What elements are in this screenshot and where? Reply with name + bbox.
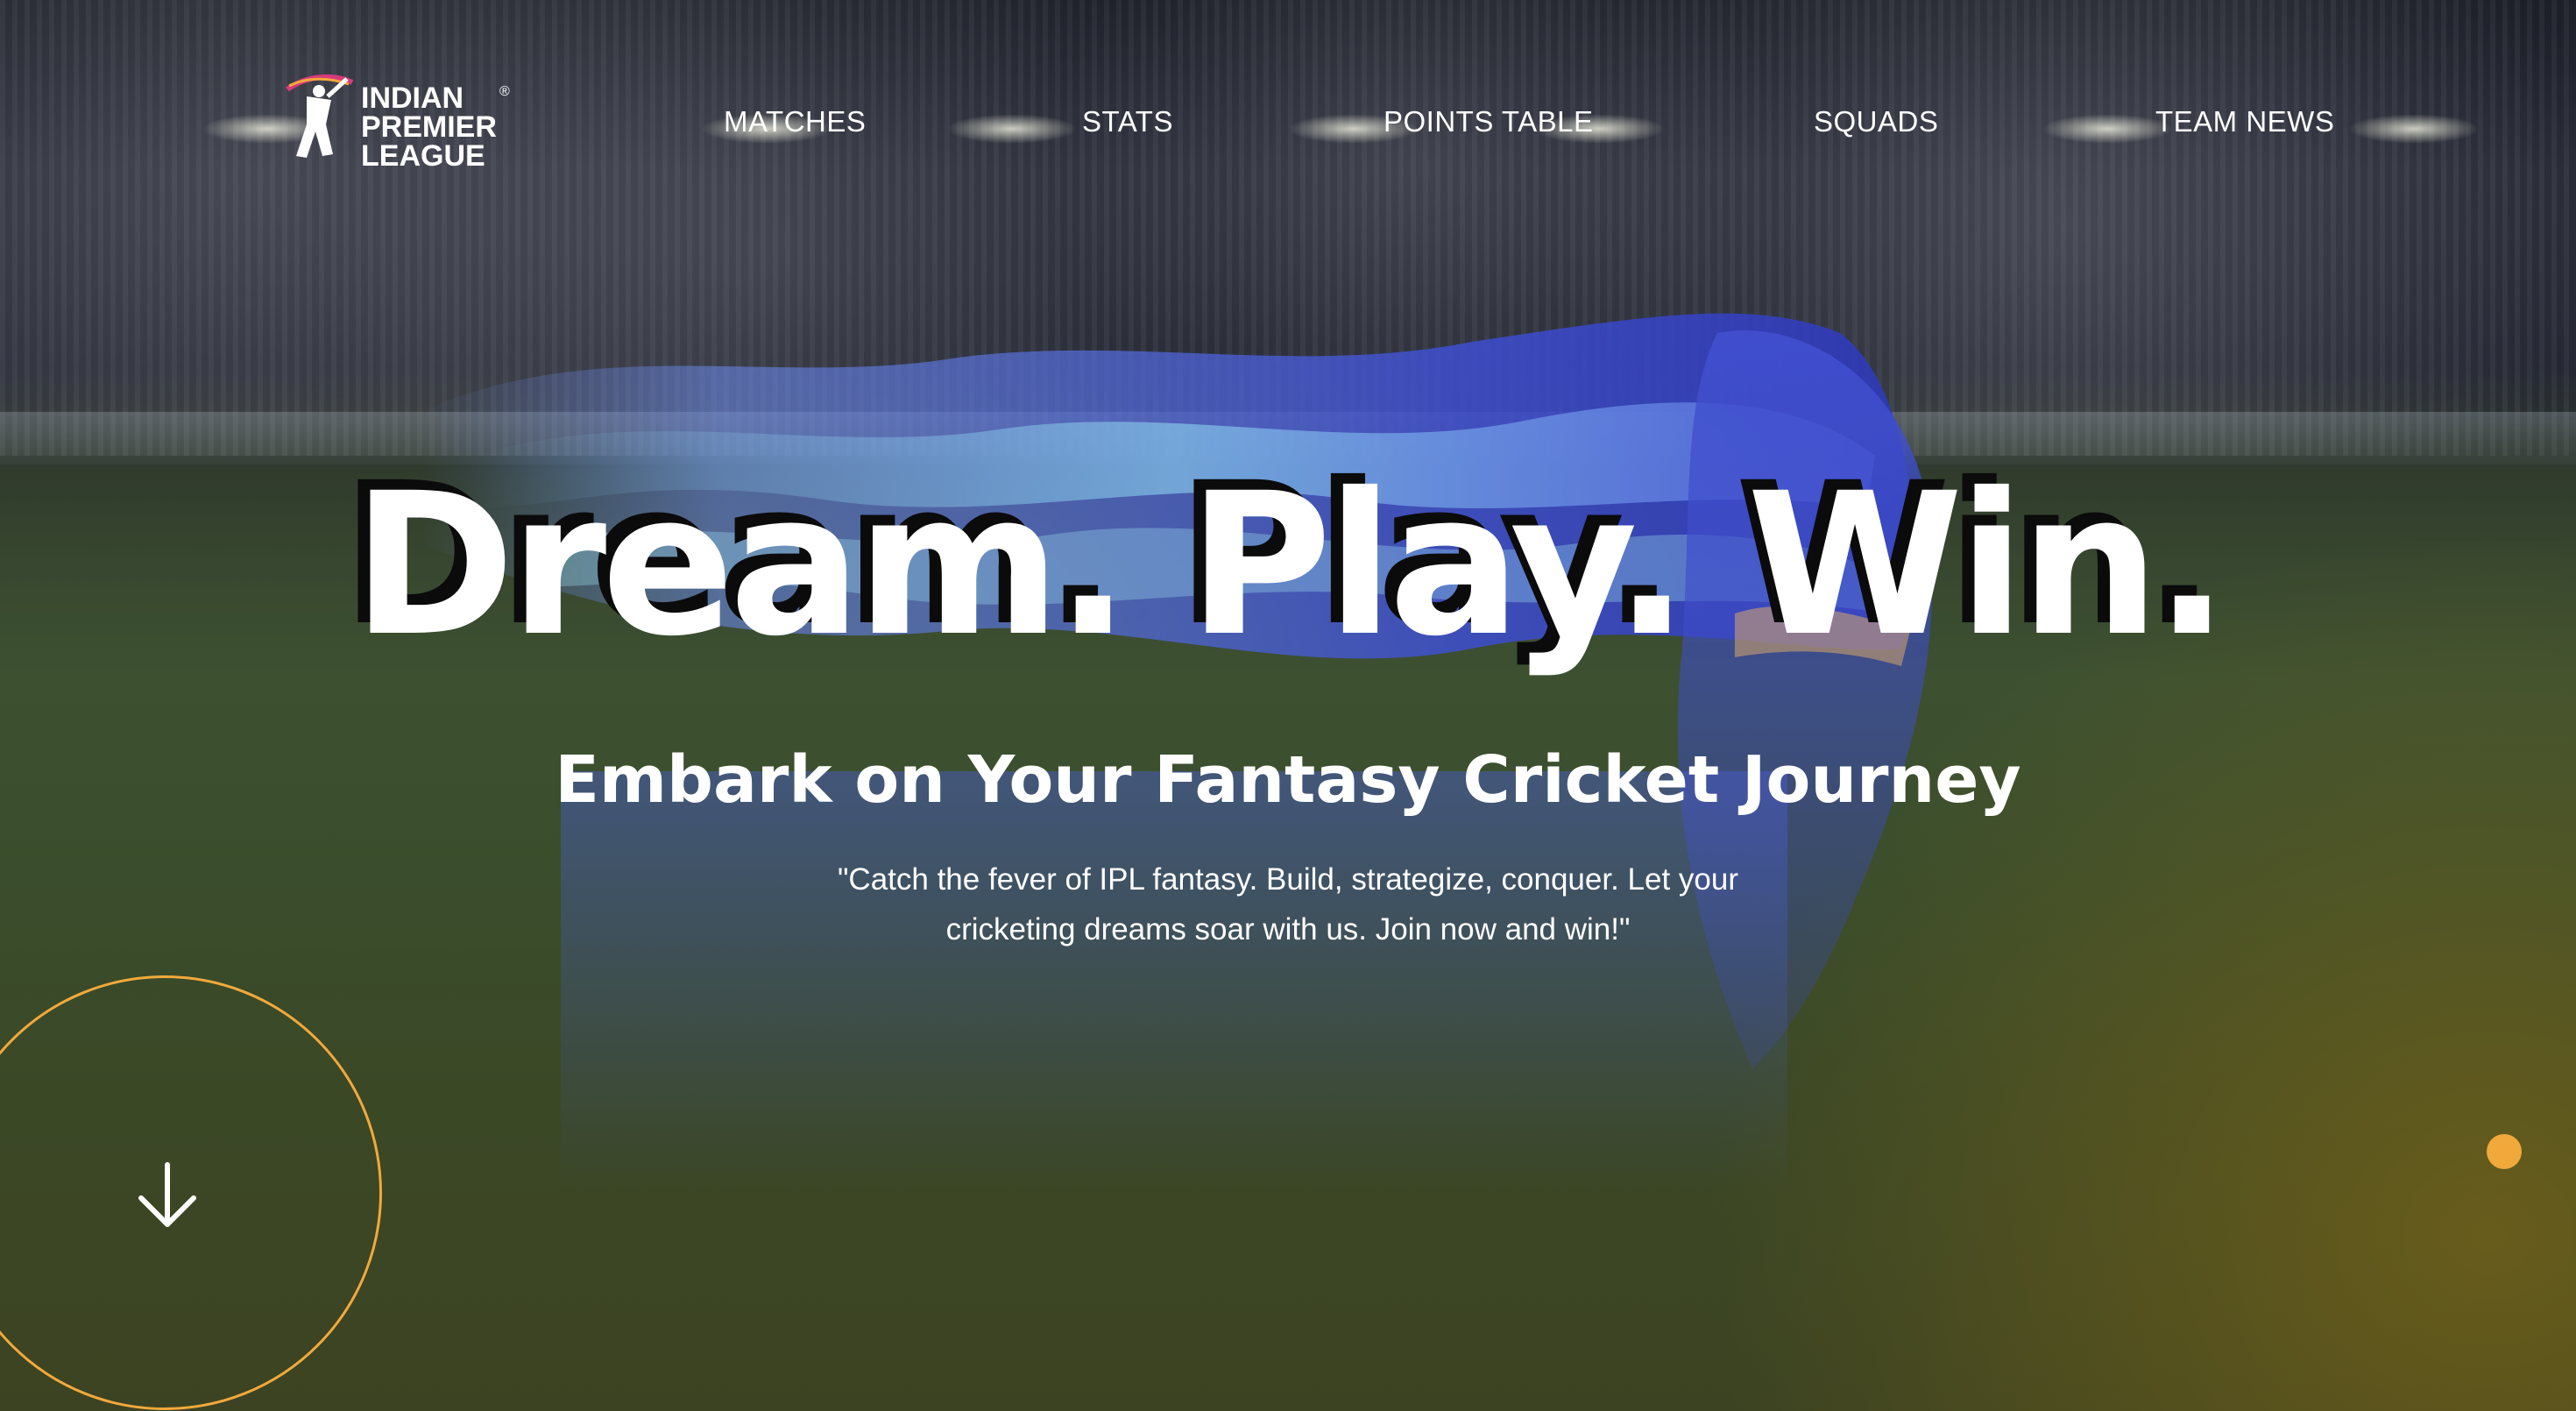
registered-mark: ®	[499, 84, 510, 99]
top-navigation: INDIAN PREMIER LEAGUE ® MATCHES STATS PO…	[0, 53, 2576, 193]
cursor-dot	[2487, 1134, 2522, 1169]
logo-wordmark: INDIAN PREMIER LEAGUE	[361, 82, 497, 173]
hero-section: INDIAN PREMIER LEAGUE ® MATCHES STATS PO…	[0, 0, 2576, 1411]
hero-tagline: "Catch the fever of IPL fantasy. Build, …	[762, 854, 1814, 954]
tagline-line-2: cricketing dreams soar with us. Join now…	[945, 912, 1631, 947]
tagline-line-1: "Catch the fever of IPL fantasy. Build, …	[838, 862, 1738, 897]
nav-team-news[interactable]: TEAM NEWS	[2155, 105, 2334, 138]
nav-points-table[interactable]: POINTS TABLE	[1384, 105, 1594, 138]
logo-line-3: LEAGUE	[361, 139, 485, 173]
logo-line-1: INDIAN	[361, 82, 464, 115]
hero-headline: Dream. Play. Win.	[351, 450, 2229, 679]
hero-subheadline: Embark on Your Fantasy Cricket Journey	[555, 742, 2021, 818]
arrow-down-icon[interactable]	[136, 1161, 199, 1230]
nav-squads[interactable]: SQUADS	[1814, 105, 1938, 138]
batsman-logo-icon	[286, 74, 354, 158]
ipl-logo[interactable]: INDIAN PREMIER LEAGUE ®	[280, 61, 517, 193]
logo-line-2: PREMIER	[361, 110, 497, 144]
nav-stats[interactable]: STATS	[1082, 105, 1173, 138]
nav-matches[interactable]: MATCHES	[724, 105, 866, 138]
